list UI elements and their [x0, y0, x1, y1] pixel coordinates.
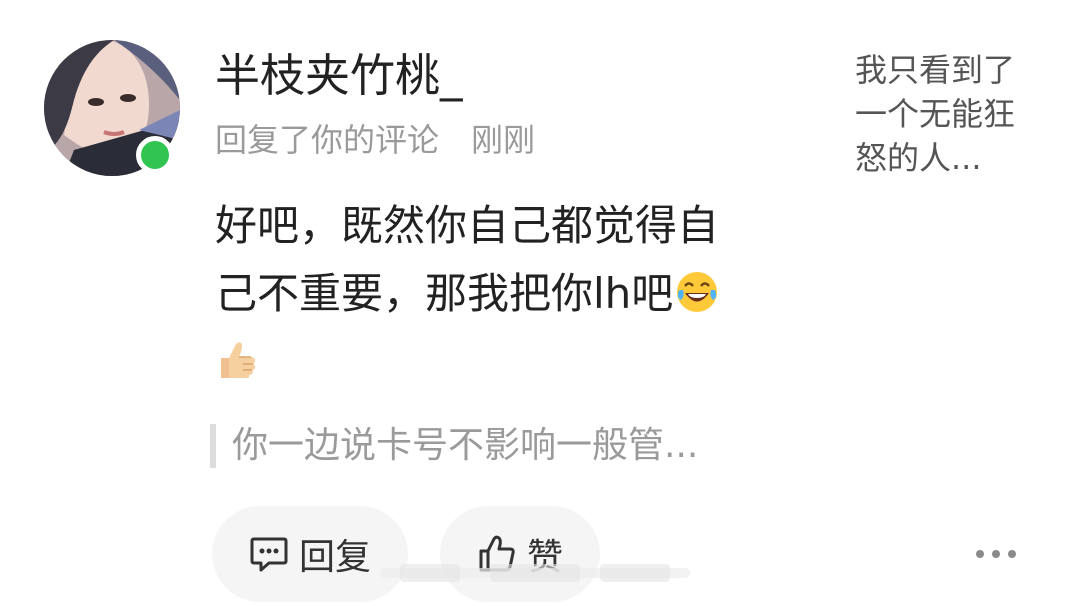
laugh-cry-emoji-icon: [677, 272, 718, 312]
original-comment-preview[interactable]: 我只看到了 一个无能狂 怒的人...: [855, 48, 1055, 180]
online-status-indicator: [136, 136, 174, 174]
comment-bubble-icon: [250, 537, 288, 572]
comment-line-2-wrap: 己不重要，那我把你lh吧: [215, 260, 805, 328]
comment-line-1: 好吧，既然你自己都觉得自: [215, 201, 720, 250]
action-text: 回复了你的评论: [215, 121, 440, 159]
reply-label: 回复: [298, 537, 371, 578]
comment-meta: 回复了你的评论 刚刚: [215, 118, 535, 162]
reply-comment-text[interactable]: 好吧，既然你自己都觉得自 己不重要，那我把你lh吧: [215, 192, 805, 382]
quoted-original-comment[interactable]: 你一边说卡号不影响一般管...: [210, 424, 698, 468]
preview-line-2: 一个无能狂: [855, 95, 1016, 133]
username[interactable]: 半枝夹竹桃_: [215, 48, 463, 104]
comment-line-2: 己不重要，那我把你lh吧: [215, 269, 674, 318]
reply-button[interactable]: 回复: [212, 506, 408, 602]
timestamp: 刚刚: [471, 121, 536, 159]
watermark-overlay: [380, 564, 690, 582]
preview-line-3: 怒的人...: [855, 139, 982, 177]
preview-line-1: 我只看到了: [855, 51, 1016, 89]
like-button[interactable]: 赞: [440, 506, 600, 602]
more-options-icon[interactable]: [972, 542, 1020, 566]
thumbs-up-emoji-icon: [221, 342, 256, 378]
